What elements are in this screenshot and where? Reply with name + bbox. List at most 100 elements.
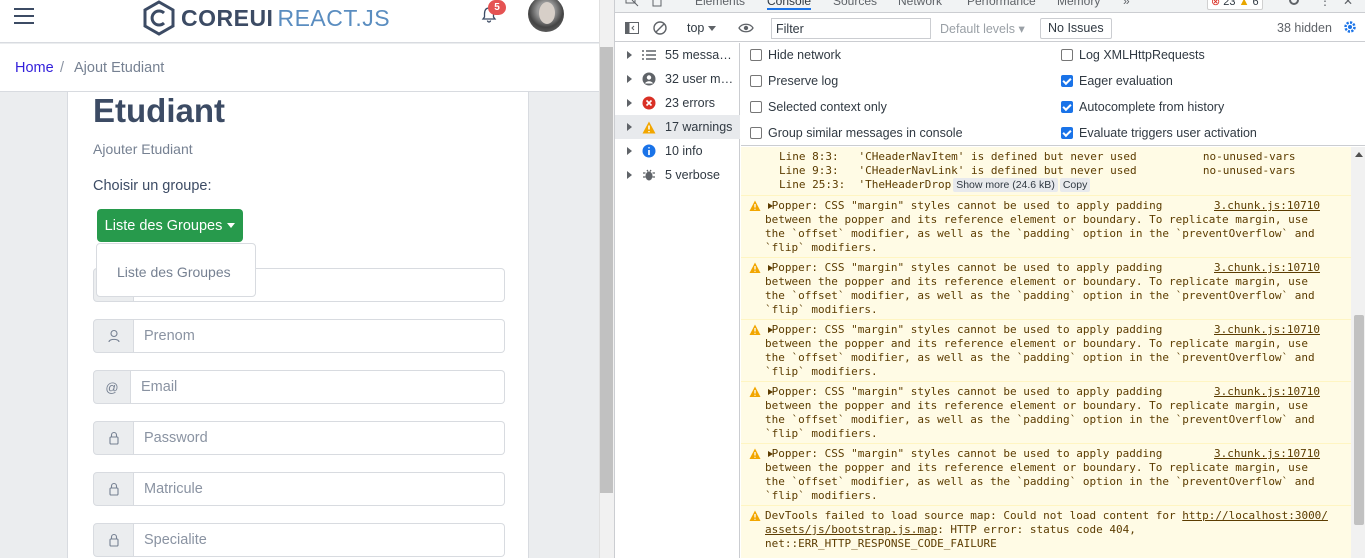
email-input-group: @ — [93, 370, 505, 404]
autocomplete-checkbox[interactable]: Autocomplete from history — [1061, 100, 1224, 114]
more-tabs-button[interactable]: » — [1123, 0, 1130, 8]
page-title: Etudiant — [93, 92, 225, 129]
lint-line: Line 9:3: 'CHeaderNavLink' is defined bu… — [779, 164, 1296, 177]
eye-icon[interactable] — [738, 20, 754, 36]
hide-network-label: Hide network — [768, 48, 841, 62]
coreui-logo-icon — [143, 0, 175, 36]
eval-triggers-checkbox[interactable]: Evaluate triggers user activation — [1061, 126, 1257, 140]
group-label: Choisir un groupe: — [93, 178, 212, 194]
clear-console-icon[interactable] — [652, 20, 668, 36]
error-warning-badge[interactable]: ⊗ 23 ▲ 6 — [1207, 0, 1263, 10]
console-sidebar: 55 messages 32 user mes... 23 errors 17 … — [615, 43, 740, 558]
group-similar-checkbox[interactable]: Group similar messages in console — [750, 126, 963, 140]
warning-text: ▶Popper: CSS "margin" styles cannot be u… — [765, 447, 1315, 503]
breadcrumb-separator: / — [60, 60, 65, 76]
user-circle-icon — [642, 72, 656, 86]
avatar[interactable] — [528, 0, 564, 32]
sidebar-item-label: 23 errors — [665, 96, 716, 110]
console-warning-message: ▶Popper: CSS "margin" styles cannot be u… — [741, 196, 1351, 258]
kebab-menu-icon[interactable]: ⋮ — [1319, 0, 1331, 8]
show-more-button[interactable]: Show more (24.6 kB) — [953, 178, 1058, 192]
source-link[interactable]: 3.chunk.js:10710 — [1214, 323, 1320, 336]
sidebar-item-user-messages[interactable]: 32 user mes... — [615, 67, 740, 91]
source-link[interactable]: 3.chunk.js:10710 — [1214, 261, 1320, 274]
sidebar-item-label: 55 messages — [665, 48, 737, 62]
app-scrollbar[interactable] — [599, 0, 614, 558]
inspect-element-icon[interactable] — [625, 0, 639, 7]
warning-text: ▶Popper: CSS "margin" styles cannot be u… — [765, 261, 1315, 317]
console-output: Line 8:3: 'CHeaderNavItem' is defined bu… — [741, 147, 1351, 558]
at-icon: @ — [93, 370, 131, 404]
preserve-log-checkbox[interactable]: Preserve log — [750, 74, 838, 88]
selected-context-label: Selected context only — [768, 100, 887, 114]
warning-icon — [749, 200, 761, 211]
warning-icon — [749, 324, 761, 335]
settings-gear-icon[interactable] — [1287, 0, 1301, 7]
matricule-input[interactable] — [134, 472, 505, 506]
group-dropdown-button[interactable]: Liste des Groupes — [97, 209, 243, 242]
context-selector[interactable]: top — [687, 21, 717, 35]
console-scrollbar[interactable] — [1351, 147, 1365, 558]
devtools-panel: Elements Console Sources Network Perform… — [614, 0, 1365, 558]
matricule-input-group — [93, 472, 505, 506]
warning-count-icon: ▲ — [1238, 0, 1250, 8]
sidebar-item-errors[interactable]: 23 errors — [615, 91, 740, 115]
tab-memory[interactable]: Memory — [1057, 0, 1100, 8]
brand-light: REACT.JS — [277, 4, 391, 31]
group-dropdown-menu: Liste des Groupes — [96, 243, 256, 297]
scroll-up-arrow-icon[interactable] — [1355, 152, 1363, 157]
email-input[interactable] — [131, 370, 505, 404]
specialite-input[interactable] — [134, 523, 505, 557]
error-icon — [642, 96, 656, 110]
specialite-input-group — [93, 523, 505, 557]
source-link[interactable]: 3.chunk.js:10710 — [1214, 447, 1320, 460]
password-input[interactable] — [134, 421, 505, 455]
warning-text: ▶Popper: CSS "margin" styles cannot be u… — [765, 199, 1315, 255]
sidebar-toggle-icon[interactable] — [624, 20, 640, 36]
selected-context-checkbox[interactable]: Selected context only — [750, 100, 887, 114]
dropdown-item-liste-des-groupes[interactable]: Liste des Groupes — [117, 264, 231, 280]
tab-console[interactable]: Console — [767, 0, 812, 10]
warning-icon — [749, 448, 761, 459]
sidebar-item-warnings[interactable]: 17 warnings — [615, 115, 740, 139]
log-xhr-checkbox[interactable]: Log XMLHttpRequests — [1061, 48, 1205, 62]
brand-bold: COREUI — [181, 4, 274, 31]
tab-network[interactable]: Network — [898, 0, 942, 8]
tab-elements[interactable]: Elements — [695, 0, 745, 8]
copy-button[interactable]: Copy — [1059, 178, 1091, 192]
console-filter-input[interactable] — [771, 18, 931, 39]
warning-icon — [749, 262, 761, 273]
issues-button[interactable]: No Issues — [1040, 18, 1112, 39]
sidebar-item-messages[interactable]: 55 messages — [615, 43, 740, 67]
context-label: top — [687, 21, 705, 35]
app-scrollbar-thumb[interactable] — [600, 47, 613, 493]
lint-line-text: Line 25:3: 'TheHeaderDrop — [779, 178, 952, 191]
tab-performance[interactable]: Performance — [967, 0, 1036, 8]
brand-logo[interactable]: COREUI REACT.JS — [141, 0, 390, 36]
sidebar-item-verbose[interactable]: 5 verbose — [615, 163, 740, 187]
hidden-count: 38 hidden — [1277, 21, 1332, 35]
user-icon — [93, 319, 134, 353]
source-link[interactable]: 3.chunk.js:10710 — [1214, 199, 1320, 212]
breadcrumb-home-link[interactable]: Home — [15, 60, 54, 76]
console-scrollbar-thumb[interactable] — [1354, 315, 1364, 525]
console-settings-gear-icon[interactable] — [1342, 19, 1358, 35]
group-similar-label: Group similar messages in console — [768, 126, 963, 140]
password-input-group — [93, 421, 505, 455]
device-toolbar-icon[interactable] — [651, 0, 665, 7]
eager-eval-checkbox[interactable]: Eager evaluation — [1061, 74, 1173, 88]
lock-icon — [93, 523, 134, 557]
sidebar-item-label: 10 info — [665, 144, 703, 158]
lock-icon — [93, 421, 134, 455]
log-xhr-label: Log XMLHttpRequests — [1079, 48, 1205, 62]
log-levels-dropdown[interactable]: Default levels ▾ — [940, 21, 1025, 36]
close-devtools-icon[interactable]: ✕ — [1343, 0, 1353, 8]
prenom-input[interactable] — [134, 319, 505, 353]
source-link[interactable]: 3.chunk.js:10710 — [1214, 385, 1320, 398]
sidebar-toggle-button[interactable] — [14, 8, 34, 24]
hide-network-checkbox[interactable]: Hide network — [750, 48, 841, 62]
tab-sources[interactable]: Sources — [833, 0, 877, 8]
sidebar-item-info[interactable]: 10 info — [615, 139, 740, 163]
warning-text: ▶Popper: CSS "margin" styles cannot be u… — [765, 323, 1315, 379]
sourcemap-warning-message: DevTools failed to load source map: Coul… — [741, 506, 1351, 558]
